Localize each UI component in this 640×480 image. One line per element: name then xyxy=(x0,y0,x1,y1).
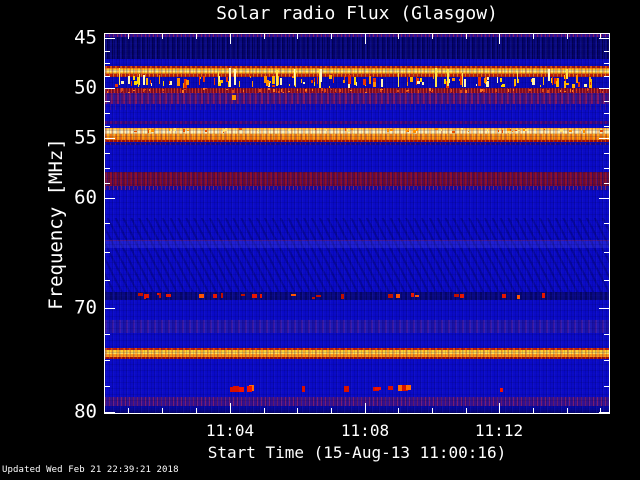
spectrogram-page: Solar radio Flux (Glasgow) 45 50 55 60 70 80 … xyxy=(0,0,640,480)
y-tick-label: 45 xyxy=(74,26,97,49)
x-axis-title: Start Time (15-Aug-13 11:00:16) xyxy=(207,443,507,462)
y-tick-label: 50 xyxy=(74,76,97,99)
x-tick-label: 11:08 xyxy=(340,421,390,440)
plot-frame xyxy=(104,33,610,414)
y-tick-label: 80 xyxy=(74,400,97,423)
y-axis-title: Frequency [MHz] xyxy=(45,138,67,310)
updated-timestamp: Updated Wed Feb 21 22:39:21 2018 xyxy=(2,465,179,475)
page-title: Solar radio Flux (Glasgow) xyxy=(216,3,498,24)
x-tick-label: 11:04 xyxy=(205,421,255,440)
x-tick-label: 11:12 xyxy=(474,421,524,440)
